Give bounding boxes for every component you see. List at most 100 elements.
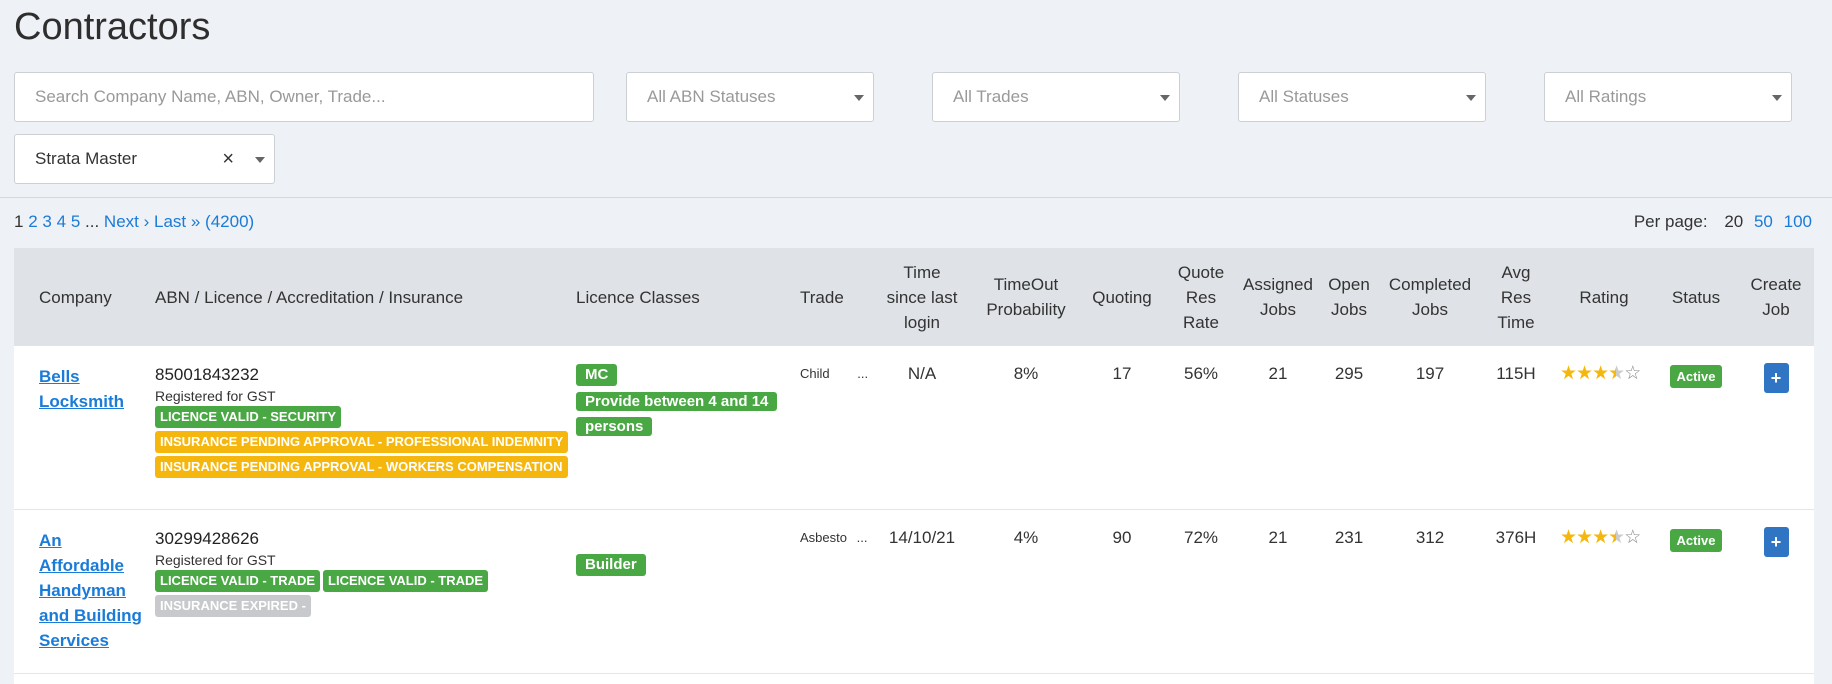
rating-stars: ★★★★☆ <box>1560 526 1650 549</box>
star-full-icon: ★ <box>1592 363 1609 384</box>
avg-res-time: 376H <box>1495 528 1537 547</box>
header-licence-classes[interactable]: Licence Classes <box>576 248 756 346</box>
abn-status-select[interactable]: All ABN Statuses <box>626 72 874 122</box>
per-page-100[interactable]: 100 <box>1784 212 1812 231</box>
completed-jobs: 312 <box>1415 528 1445 547</box>
header-time-since-login[interactable]: Time since last login <box>882 248 962 346</box>
contractors-table: Company ABN / Licence / Accreditation / … <box>14 248 1814 684</box>
rating-stars: ★★★★☆ <box>1560 362 1650 385</box>
header-rating[interactable]: Rating <box>1554 248 1654 346</box>
ratings-select[interactable]: All Ratings <box>1544 72 1792 122</box>
clear-icon[interactable]: × <box>222 135 234 183</box>
licence-class-badge: MC <box>576 364 618 386</box>
trades-select[interactable]: All Trades <box>932 72 1180 122</box>
star-empty-icon: ☆ <box>1624 363 1641 384</box>
insurance-badge: INSURANCE PENDING APPROVAL - PROFESSIONA… <box>155 431 569 453</box>
insurance-badge: INSURANCE PENDING APPROVAL - WORKERS COM… <box>155 456 568 478</box>
star-full-icon: ★ <box>1560 363 1577 384</box>
total-count[interactable]: (4200) <box>205 212 254 231</box>
page-link-2[interactable]: 2 <box>28 212 37 231</box>
per-page: Per page: 20 50 100 <box>1634 212 1812 232</box>
licence-class-badge: Builder <box>576 554 646 576</box>
header-quote-res-rate[interactable]: Quote Res Rate <box>1168 248 1234 346</box>
page-link-3[interactable]: 3 <box>42 212 51 231</box>
chevron-down-icon <box>255 157 265 163</box>
gst-status: Registered for GST <box>155 388 276 404</box>
statuses-select[interactable]: All Statuses <box>1238 72 1486 122</box>
star-half-icon: ★ <box>1608 527 1625 548</box>
timeout-probability: 4% <box>1013 528 1039 547</box>
per-page-label: Per page: <box>1633 212 1708 231</box>
avg-res-time: 115H <box>1496 364 1536 383</box>
page-title: Contractors <box>14 6 211 48</box>
header-status[interactable]: Status <box>1656 248 1736 346</box>
strata-filter-value: Strata Master <box>35 149 138 168</box>
company-link[interactable]: An Affordable Handyman and Building Serv… <box>39 531 142 650</box>
chevron-down-icon <box>854 95 864 101</box>
abn-number: 30299428626 <box>155 529 260 548</box>
star-full-icon: ★ <box>1560 527 1577 548</box>
licence-class-badge: Provide between 4 and 14 persons <box>576 392 778 436</box>
header-quoting[interactable]: Quoting <box>1082 248 1162 346</box>
strata-filter-select[interactable]: Strata Master × <box>14 134 275 184</box>
assigned-jobs: 21 <box>1268 364 1288 383</box>
quoting-count: 90 <box>1112 528 1132 547</box>
insurance-badge: INSURANCE EXPIRED - <box>155 595 311 617</box>
time-since-login: 14/10/21 <box>888 528 956 547</box>
quote-res-rate: 72% <box>1183 528 1219 547</box>
open-jobs: 295 <box>1334 364 1364 383</box>
create-job-button[interactable]: + <box>1763 527 1789 557</box>
gst-status: Registered for GST <box>155 552 276 568</box>
header-abn[interactable]: ABN / Licence / Accreditation / Insuranc… <box>155 248 505 346</box>
header-avg-res-time[interactable]: Avg Res Time <box>1486 248 1546 346</box>
chevron-down-icon <box>1772 95 1782 101</box>
company-link[interactable]: Bells Locksmith <box>39 367 124 411</box>
time-since-login: N/A <box>907 364 937 383</box>
header-company[interactable]: Company <box>39 248 149 346</box>
licence-badge: LICENCE VALID - TRADE <box>323 570 489 592</box>
star-full-icon: ★ <box>1592 527 1609 548</box>
header-timeout-probability[interactable]: TimeOut Probability <box>976 248 1076 346</box>
pagination: 1 2 3 4 5 ... Next › Last » (4200) <box>14 212 254 232</box>
completed-jobs: 197 <box>1415 364 1445 383</box>
page-ellipsis: ... <box>85 212 100 231</box>
create-job-button[interactable]: + <box>1763 363 1789 393</box>
per-page-current: 20 <box>1724 212 1744 231</box>
licence-badge: LICENCE VALID - SECURITY <box>155 406 341 428</box>
star-full-icon: ★ <box>1576 527 1593 548</box>
search-placeholder: Search Company Name, ABN, Owner, Trade..… <box>35 87 386 106</box>
page-current: 1 <box>14 212 24 231</box>
header-completed-jobs[interactable]: Completed Jobs <box>1380 248 1480 346</box>
trade-value: Child <box>800 366 830 381</box>
statuses-value: All Statuses <box>1259 87 1349 106</box>
star-half-icon: ★ <box>1608 363 1625 384</box>
quoting-count: 17 <box>1112 364 1132 383</box>
table-row <box>14 674 1814 684</box>
page-link-5[interactable]: 5 <box>71 212 80 231</box>
page-link-4[interactable]: 4 <box>57 212 66 231</box>
next-page-link[interactable]: Next › <box>104 212 149 231</box>
trades-value: All Trades <box>953 87 1029 106</box>
open-jobs: 231 <box>1334 528 1364 547</box>
licence-badge: LICENCE VALID - TRADE <box>155 570 321 592</box>
per-page-50[interactable]: 50 <box>1754 212 1773 231</box>
header-trade[interactable]: Trade <box>800 248 860 346</box>
abn-status-value: All ABN Statuses <box>647 87 776 106</box>
chevron-down-icon <box>1160 95 1170 101</box>
header-open-jobs[interactable]: Open Jobs <box>1324 248 1374 346</box>
assigned-jobs: 21 <box>1268 528 1288 547</box>
status-badge: Active <box>1670 529 1722 552</box>
trade-more: ... <box>857 366 869 381</box>
trade-more: ... <box>856 530 868 545</box>
quote-res-rate: 56% <box>1183 364 1219 383</box>
search-input[interactable]: Search Company Name, ABN, Owner, Trade..… <box>14 72 594 122</box>
last-page-link[interactable]: Last » <box>154 212 200 231</box>
timeout-probability: 8% <box>1013 364 1039 383</box>
status-badge: Active <box>1670 365 1722 388</box>
table-row: An Affordable Handyman and Building Serv… <box>14 510 1814 674</box>
header-assigned-jobs[interactable]: Assigned Jobs <box>1238 248 1318 346</box>
star-full-icon: ★ <box>1576 363 1593 384</box>
star-empty-icon: ☆ <box>1624 527 1641 548</box>
chevron-down-icon <box>1466 95 1476 101</box>
trade-value: Asbesto <box>800 530 847 545</box>
